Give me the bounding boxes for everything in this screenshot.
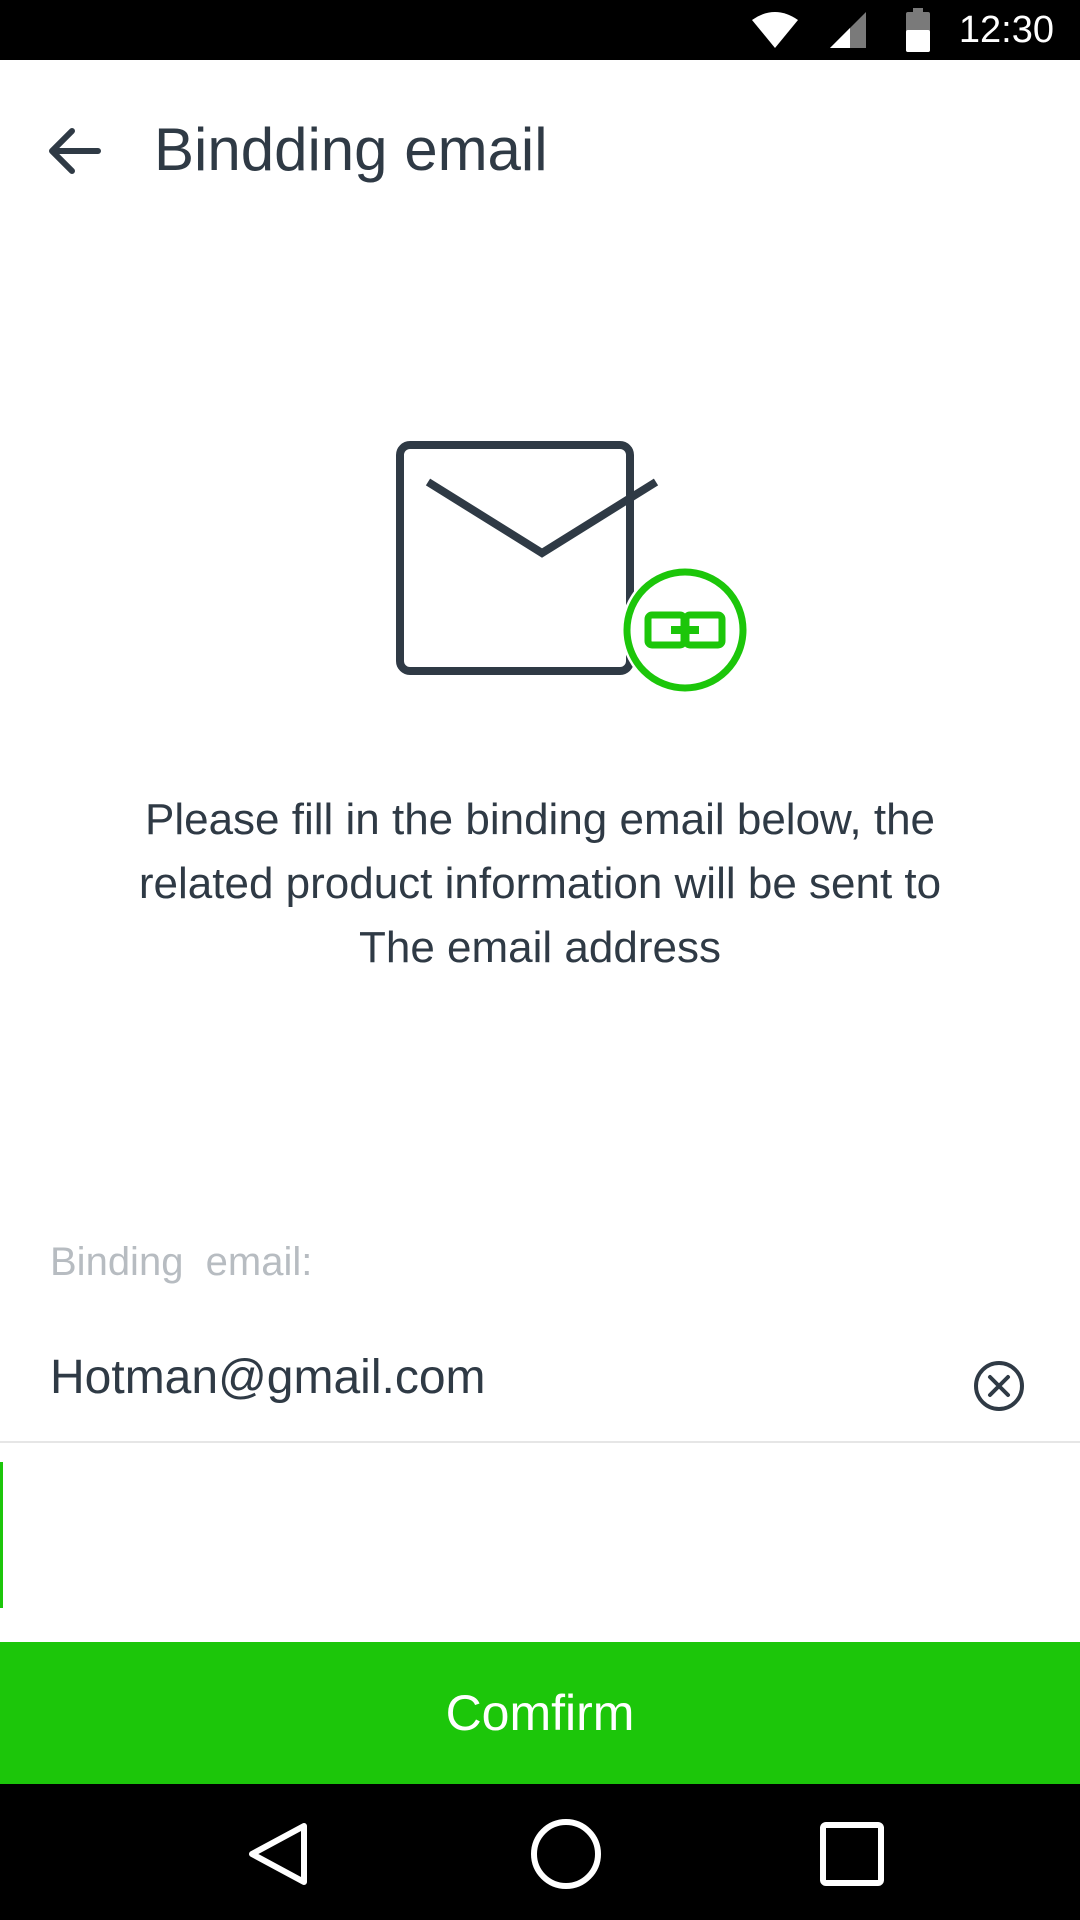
arrow-back-icon	[49, 128, 101, 174]
description-text: Please fill in the binding email below, …	[80, 788, 1000, 980]
link-icon	[621, 566, 749, 694]
clear-circle-icon	[974, 1361, 1024, 1411]
clear-email-button[interactable]	[970, 1357, 1028, 1415]
email-field-label: Binding email:	[50, 1240, 313, 1284]
nav-recents-icon	[820, 1822, 884, 1886]
status-time: 12:30	[958, 9, 1054, 51]
field-divider	[0, 1441, 1080, 1443]
battery-icon	[906, 8, 930, 52]
nav-home-button[interactable]	[524, 1812, 608, 1896]
nav-home-icon	[531, 1819, 601, 1889]
email-field[interactable]: Hotman@gmail.com	[50, 1350, 486, 1406]
status-bar: 12:30	[0, 0, 1080, 60]
page-title: Bindding email	[154, 116, 548, 183]
confirm-button[interactable]: Comfirm	[0, 1642, 1080, 1784]
system-nav-bar	[0, 1784, 1080, 1920]
nav-back-button[interactable]	[240, 1812, 324, 1896]
hero-illustration	[395, 440, 755, 700]
description-line: Please fill in the binding email below, …	[144, 795, 936, 844]
app-bar: Bindding email	[0, 60, 1080, 230]
nav-back-icon	[249, 1823, 307, 1885]
description-line: The email address	[359, 923, 721, 972]
description-line: related product information will be sent…	[138, 859, 942, 908]
wifi-icon	[752, 12, 798, 48]
back-button[interactable]	[38, 115, 110, 187]
cellular-signal-icon	[830, 12, 866, 48]
nav-recents-button[interactable]	[810, 1812, 894, 1896]
envelope-icon	[396, 441, 659, 675]
focus-indicator	[0, 1462, 3, 1608]
